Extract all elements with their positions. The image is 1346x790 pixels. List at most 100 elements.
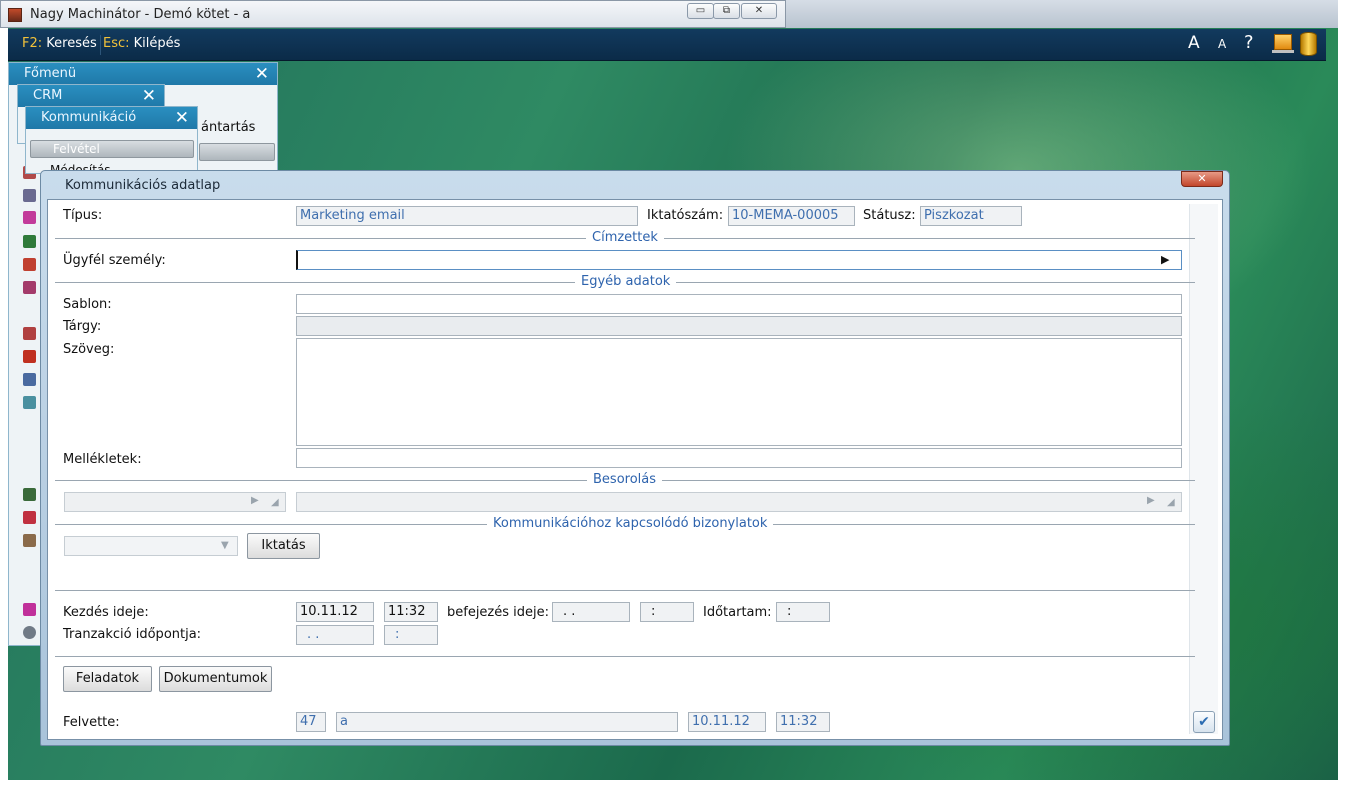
regno-label: Iktatószám: bbox=[647, 208, 724, 223]
resize-corner-icon: ◢ bbox=[271, 497, 279, 508]
window-title: Nagy Machinátor - Demó kötet - a bbox=[30, 7, 251, 22]
type-field[interactable]: Marketing email bbox=[296, 206, 638, 226]
recorded-date-field[interactable]: 10.11.12 bbox=[688, 712, 766, 732]
register-button[interactable]: Iktatás bbox=[247, 533, 320, 559]
status-label: Státusz: bbox=[863, 208, 916, 223]
font-smaller-button[interactable]: A bbox=[1218, 37, 1226, 51]
related-docs-section-title: Kommunikációhoz kapcsolódó bizonylatok bbox=[487, 516, 774, 531]
documents-button[interactable]: Dokumentumok bbox=[159, 666, 272, 692]
type-label: Típus: bbox=[63, 208, 103, 223]
dialog-title: Kommunikációs adatlap bbox=[65, 178, 221, 193]
attachments-field[interactable] bbox=[296, 448, 1182, 468]
menu-item-icon bbox=[23, 327, 36, 340]
start-label: Kezdés ideje: bbox=[63, 605, 149, 620]
window-title-bar[interactable]: Nagy Machinátor - Demó kötet - a ▭ ⧉ ✕ bbox=[0, 0, 786, 28]
main-menu-title: Főmenü bbox=[24, 66, 77, 81]
help-button[interactable]: ? bbox=[1244, 32, 1254, 53]
end-date-field[interactable]: . . bbox=[552, 602, 630, 622]
crm-menu-title: CRM bbox=[33, 88, 63, 103]
resize-corner-icon: ◢ bbox=[1167, 497, 1175, 508]
menu-item-icon bbox=[23, 373, 36, 386]
menu-item-icon bbox=[23, 235, 36, 248]
database-icon[interactable] bbox=[1300, 32, 1317, 56]
menu-item-icon bbox=[23, 189, 36, 202]
menu-item-icon bbox=[23, 511, 36, 524]
close-main-menu-icon[interactable]: ✕ bbox=[255, 64, 269, 84]
app-toolbar: F2: Keresés Esc: Kilépés A A ? bbox=[8, 29, 1326, 61]
classification-combo-1[interactable]: ▶ ◢ bbox=[64, 492, 286, 512]
menu-item-icon bbox=[23, 396, 36, 409]
dialog-close-button[interactable]: ✕ bbox=[1181, 171, 1223, 187]
main-menu-header: Főmenü ✕ bbox=[9, 63, 277, 85]
start-date-field[interactable]: 10.11.12 bbox=[296, 602, 374, 622]
transaction-date-field[interactable]: . . bbox=[296, 625, 374, 645]
expand-arrow-icon: ▶ bbox=[251, 495, 259, 506]
client-person-expand-icon[interactable]: ▶ bbox=[1161, 253, 1169, 266]
status-field[interactable]: Piszkozat bbox=[920, 206, 1022, 226]
classification-section-title: Besorolás bbox=[587, 472, 663, 487]
client-person-field[interactable] bbox=[296, 250, 1182, 270]
communication-datasheet-dialog: Kommunikációs adatlap ✕ Típus: Marketing… bbox=[40, 170, 1230, 746]
attachments-label: Mellékletek: bbox=[63, 452, 142, 467]
template-label: Sablon: bbox=[63, 297, 112, 312]
duration-label: Időtartam: bbox=[703, 605, 772, 620]
end-time-field[interactable]: : bbox=[640, 602, 694, 622]
end-label: befejezés ideje: bbox=[447, 605, 550, 620]
classification-combo-2[interactable]: ▶ ◢ bbox=[296, 492, 1182, 512]
menu-item-icon bbox=[23, 281, 36, 294]
font-larger-button[interactable]: A bbox=[1188, 33, 1200, 53]
communication-menu-header: Kommunikáció ✕ bbox=[26, 107, 197, 129]
regno-field[interactable]: 10-MEMA-00005 bbox=[728, 206, 855, 226]
close-crm-menu-icon[interactable]: ✕ bbox=[142, 86, 156, 106]
settings-icon bbox=[23, 626, 36, 639]
menu-item-icon bbox=[23, 534, 36, 547]
duration-field[interactable]: : bbox=[776, 602, 830, 622]
close-communication-menu-icon[interactable]: ✕ bbox=[175, 108, 189, 128]
exit-label: Kilépés bbox=[129, 36, 181, 51]
expand-arrow-icon: ▶ bbox=[1147, 495, 1155, 506]
transaction-time-field[interactable]: : bbox=[384, 625, 438, 645]
tasks-button[interactable]: Feladatok bbox=[63, 666, 152, 692]
subject-label: Tárgy: bbox=[63, 319, 102, 334]
close-window-button[interactable]: ✕ bbox=[741, 3, 777, 19]
client-person-label: Ügyfél személy: bbox=[63, 253, 166, 268]
communication-menu-panel: Kommunikáció ✕ Felvétel Módosítás bbox=[25, 106, 198, 177]
main-menu-item-partial[interactable]: ántartás bbox=[201, 120, 255, 135]
search-shortcut[interactable]: F2: Keresés bbox=[22, 36, 97, 51]
minimize-button[interactable]: ▭ bbox=[687, 3, 714, 19]
other-section-title: Egyéb adatok bbox=[575, 274, 677, 289]
start-time-field[interactable]: 11:32 bbox=[384, 602, 438, 622]
crm-menu-header: CRM ✕ bbox=[18, 85, 164, 107]
ok-checkmark-button[interactable]: ✔ bbox=[1193, 711, 1215, 733]
search-key: F2: bbox=[22, 36, 43, 51]
recorded-label: Felvette: bbox=[63, 715, 120, 730]
template-field[interactable] bbox=[296, 294, 1182, 314]
display-icon-stand bbox=[1272, 50, 1294, 53]
transaction-label: Tranzakció időpontja: bbox=[63, 627, 202, 642]
menu-item-new[interactable]: Felvétel bbox=[30, 140, 194, 158]
recorded-id-field[interactable]: 47 bbox=[296, 712, 326, 732]
menu-item-icon bbox=[23, 211, 36, 224]
communication-menu-title: Kommunikáció bbox=[41, 110, 137, 125]
menu-item-icon bbox=[23, 488, 36, 501]
display-icon[interactable] bbox=[1274, 34, 1292, 50]
related-docs-dropdown[interactable]: ▼ bbox=[64, 536, 238, 556]
main-menu-highlight-bar bbox=[199, 143, 275, 161]
divider bbox=[55, 590, 1195, 591]
text-label: Szöveg: bbox=[63, 342, 115, 357]
recorded-user-field[interactable]: a bbox=[336, 712, 678, 732]
recipients-section-title: Címzettek bbox=[586, 230, 664, 245]
restore-button[interactable]: ⧉ bbox=[713, 3, 740, 19]
exit-shortcut[interactable]: Esc: Kilépés bbox=[103, 36, 180, 51]
toolbar-separator bbox=[100, 35, 101, 55]
vertical-scrollbar[interactable] bbox=[1189, 204, 1218, 734]
exit-key: Esc: bbox=[103, 36, 130, 51]
app-icon bbox=[8, 8, 22, 22]
dialog-content: Típus: Marketing email Iktatószám: 10-ME… bbox=[47, 199, 1223, 740]
search-label: Keresés bbox=[42, 36, 97, 51]
subject-field[interactable] bbox=[296, 316, 1182, 336]
recorded-time-field[interactable]: 11:32 bbox=[776, 712, 830, 732]
text-area[interactable] bbox=[296, 338, 1182, 446]
menu-item-icon bbox=[23, 350, 36, 363]
menu-item-icon bbox=[23, 258, 36, 271]
